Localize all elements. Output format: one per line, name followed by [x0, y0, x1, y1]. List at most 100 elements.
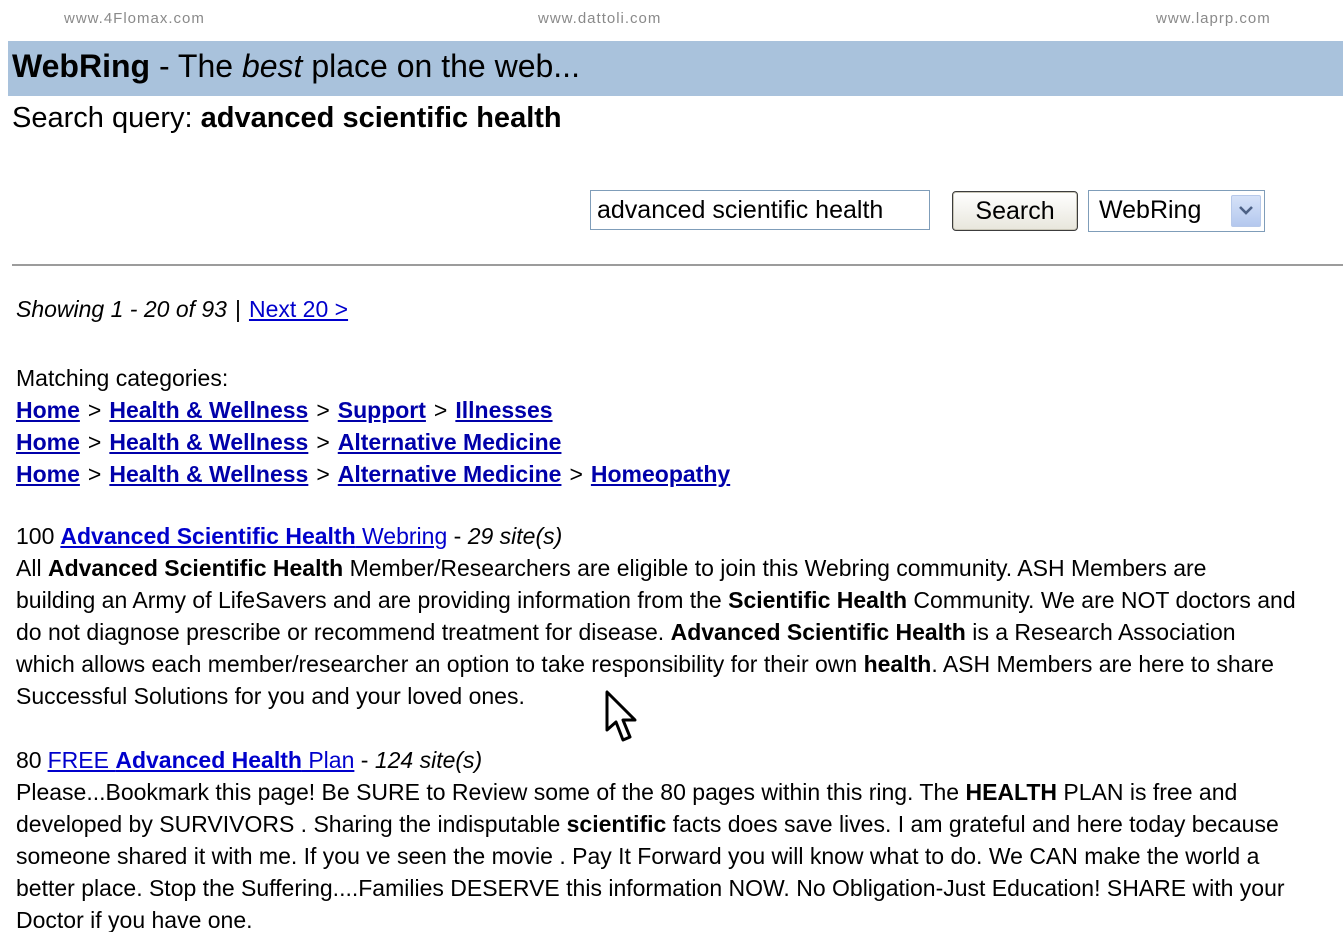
search-query-label: Search query:	[12, 102, 201, 134]
result-site-count: 124 site(s)	[374, 747, 483, 773]
category-path: Home > Health & Wellness > Support > Illnesses	[16, 394, 730, 426]
webring-search-page: www.4Flomax.com www.dattoli.com www.lapr…	[0, 0, 1343, 932]
search-query-value: advanced scientific health	[200, 102, 562, 134]
search-scope-value: WebRing	[1099, 196, 1202, 224]
breadcrumb-separator: >	[316, 429, 330, 455]
category-path: Home > Health & Wellness > Alternative Medic…	[16, 458, 730, 490]
result-dash: -	[447, 523, 468, 549]
description-line: Doctor if you have one.	[16, 904, 1285, 932]
result-item: 80 FREE Advanced Health Plan - 124 site(s…	[16, 744, 1285, 932]
result-title-link[interactable]: Advanced Scientific Health Webring	[60, 523, 447, 549]
search-input[interactable]	[590, 190, 930, 230]
pagination-separator: |	[234, 296, 241, 322]
category-link-alternative-medicine[interactable]: Alternative Medicine	[338, 461, 562, 487]
description-text: developed by SURVIVORS . Sharing the ind…	[16, 811, 567, 837]
title-rest: place on the web...	[302, 48, 580, 84]
description-highlight: health	[863, 651, 932, 677]
description-text: Please...Bookmark this page! Be SURE to …	[16, 779, 966, 805]
description-line: developed by SURVIVORS . Sharing the ind…	[16, 808, 1285, 840]
category-link-alternative-medicine[interactable]: Alternative Medicine	[338, 429, 562, 455]
result-header: 80 FREE Advanced Health Plan - 124 site(s…	[16, 744, 1285, 776]
description-line: do not diagnose prescribe or recommend t…	[16, 616, 1296, 648]
description-text: better place. Stop the Suffering....Fami…	[16, 875, 1285, 901]
breadcrumb-separator: >	[87, 397, 102, 423]
category-path: Home > Health & Wellness > Alternative Medic…	[16, 426, 730, 458]
description-text: do not diagnose prescribe or recommend t…	[16, 619, 671, 645]
description-line: Successful Solutions for you and your lo…	[16, 680, 1296, 712]
result-description: All Advanced Scientific Health Member/Re…	[16, 552, 1296, 712]
result-title-rest: Webring	[355, 523, 448, 549]
result-title-bold: Advanced Scientific Health	[60, 523, 356, 549]
result-header: 100 Advanced Scientific Health Webring - …	[16, 520, 1296, 552]
sponsor-link-laprp[interactable]: www.laprp.com	[1156, 10, 1271, 27]
description-text: building an Army of LifeSavers and are p…	[16, 587, 729, 613]
results-count: Showing 1 - 20 of 93	[16, 296, 227, 322]
category-link-home[interactable]: Home	[16, 397, 80, 423]
description-line: building an Army of LifeSavers and are p…	[16, 584, 1296, 616]
result-title-pre: FREE	[47, 747, 116, 773]
result-description: Please...Bookmark this page! Be SURE to …	[16, 776, 1285, 932]
result-site-count: 29 site(s)	[467, 523, 563, 549]
category-link-health-wellness[interactable]: Health & Wellness	[109, 429, 308, 455]
sponsor-link-4flomax[interactable]: www.4Flomax.com	[64, 10, 205, 27]
description-text: facts does save lives. I am grateful and…	[666, 811, 1279, 837]
description-line: Please...Bookmark this page! Be SURE to …	[16, 776, 1285, 808]
sponsor-links-bar: www.4Flomax.com www.dattoli.com www.lapr…	[0, 0, 1343, 36]
chevron-down-icon[interactable]	[1231, 195, 1261, 227]
category-link-support[interactable]: Support	[338, 397, 426, 423]
category-link-home[interactable]: Home	[16, 461, 80, 487]
description-line: better place. Stop the Suffering....Fami…	[16, 872, 1285, 904]
description-text: All	[16, 555, 48, 581]
description-text: Doctor if you have one.	[16, 907, 253, 932]
description-highlight: HEALTH	[965, 779, 1058, 805]
brand-name: WebRing	[12, 48, 151, 84]
category-link-homeopathy[interactable]: Homeopathy	[591, 461, 730, 487]
search-scope-select[interactable]: WebRing	[1088, 190, 1265, 232]
breadcrumb-separator: >	[87, 429, 102, 455]
description-text: Member/Researchers are eligible to join …	[343, 555, 1207, 581]
title-bar: WebRing - The best place on the web...	[8, 41, 1343, 96]
breadcrumb-separator: >	[316, 461, 330, 487]
divider	[12, 264, 1343, 266]
result-title-bold: Advanced Health	[115, 747, 302, 773]
category-link-health-wellness[interactable]: Health & Wellness	[109, 397, 308, 423]
pagination-bar: Showing 1 - 20 of 93 | Next 20 >	[16, 296, 348, 323]
result-dash: -	[354, 747, 375, 773]
page-title: WebRing - The best place on the web...	[12, 48, 580, 85]
matching-categories: Matching categories: Home > Health & Welln…	[16, 362, 730, 490]
breadcrumb-separator: >	[569, 461, 583, 487]
title-emphasis: best	[241, 48, 303, 84]
description-text: . ASH Members are here to share	[931, 651, 1274, 677]
description-text: PLAN is free and	[1057, 779, 1238, 805]
category-link-health-wellness[interactable]: Health & Wellness	[109, 461, 308, 487]
result-item: 100 Advanced Scientific Health Webring - …	[16, 520, 1296, 712]
description-text: someone shared it with me. If you ve see…	[16, 843, 1260, 869]
description-highlight: scientific	[566, 811, 667, 837]
result-title-link[interactable]: FREE Advanced Health Plan	[48, 747, 355, 773]
description-highlight: Scientific Health	[728, 587, 908, 613]
description-line: All Advanced Scientific Health Member/Re…	[16, 552, 1296, 584]
title-dash: - The	[150, 48, 242, 84]
description-text: Community. We are NOT doctors and	[907, 587, 1296, 613]
description-text: is a Research Association	[965, 619, 1236, 645]
search-button[interactable]: Search	[952, 191, 1078, 231]
search-query-heading: Search query: advanced scientific health	[12, 102, 562, 135]
description-line: someone shared it with me. If you ve see…	[16, 840, 1285, 872]
sponsor-link-dattoli[interactable]: www.dattoli.com	[538, 10, 661, 27]
result-rating: 80	[16, 747, 42, 773]
category-link-home[interactable]: Home	[16, 429, 80, 455]
description-text: which allows each member/researcher an o…	[16, 651, 864, 677]
breadcrumb-separator: >	[316, 397, 330, 423]
description-highlight: Advanced Scientific Health	[47, 555, 344, 581]
description-highlight: Advanced Scientific Health	[670, 619, 966, 645]
next-page-link[interactable]: Next 20 >	[249, 296, 348, 322]
categories-label: Matching categories:	[16, 365, 229, 391]
description-line: which allows each member/researcher an o…	[16, 648, 1296, 680]
breadcrumb-separator: >	[433, 397, 448, 423]
breadcrumb-separator: >	[87, 461, 102, 487]
result-rating: 100	[16, 523, 55, 549]
mouse-pointer-icon	[605, 690, 637, 742]
description-text: Successful Solutions for you and your lo…	[16, 683, 525, 709]
result-title-rest: Plan	[301, 747, 355, 773]
category-link-illnesses[interactable]: Illnesses	[455, 397, 552, 423]
